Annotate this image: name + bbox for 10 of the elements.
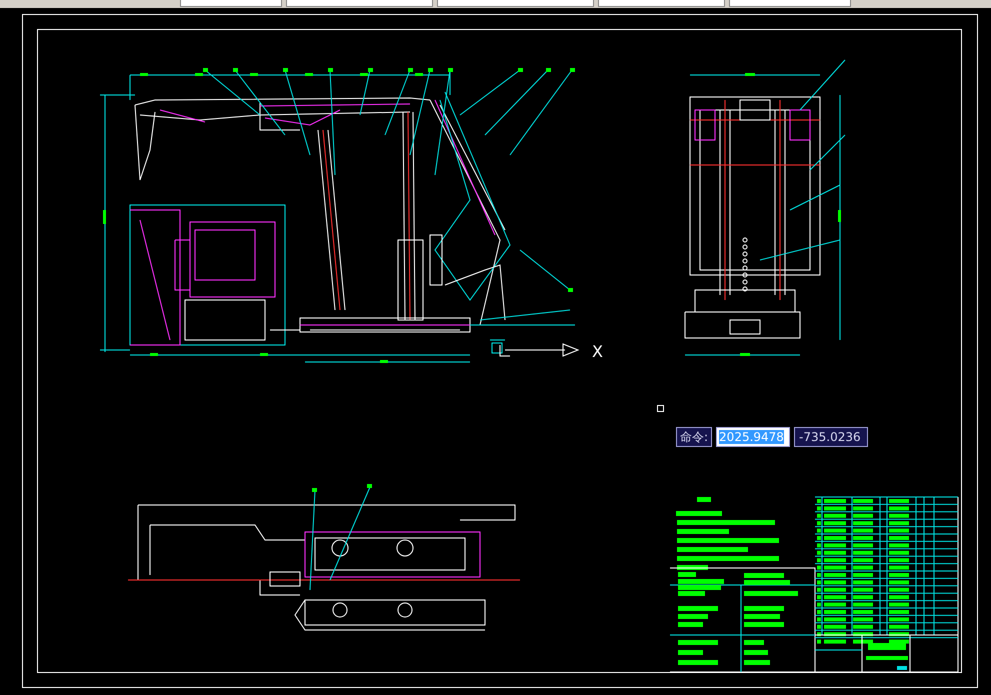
coordinate-field[interactable]: -735.0236: [794, 427, 868, 447]
ucs-icon: [500, 343, 580, 357]
linetype-dropdown[interactable]: [437, 0, 594, 7]
color-dropdown[interactable]: [286, 0, 433, 7]
command-prompt: 命令:: [676, 427, 712, 447]
pickbox-cursor-icon: [657, 405, 664, 412]
lineweight-dropdown[interactable]: [598, 0, 725, 7]
layer-dropdown[interactable]: [180, 0, 282, 7]
plotstyle-dropdown[interactable]: [729, 0, 851, 7]
axis-label: X: [592, 342, 603, 361]
